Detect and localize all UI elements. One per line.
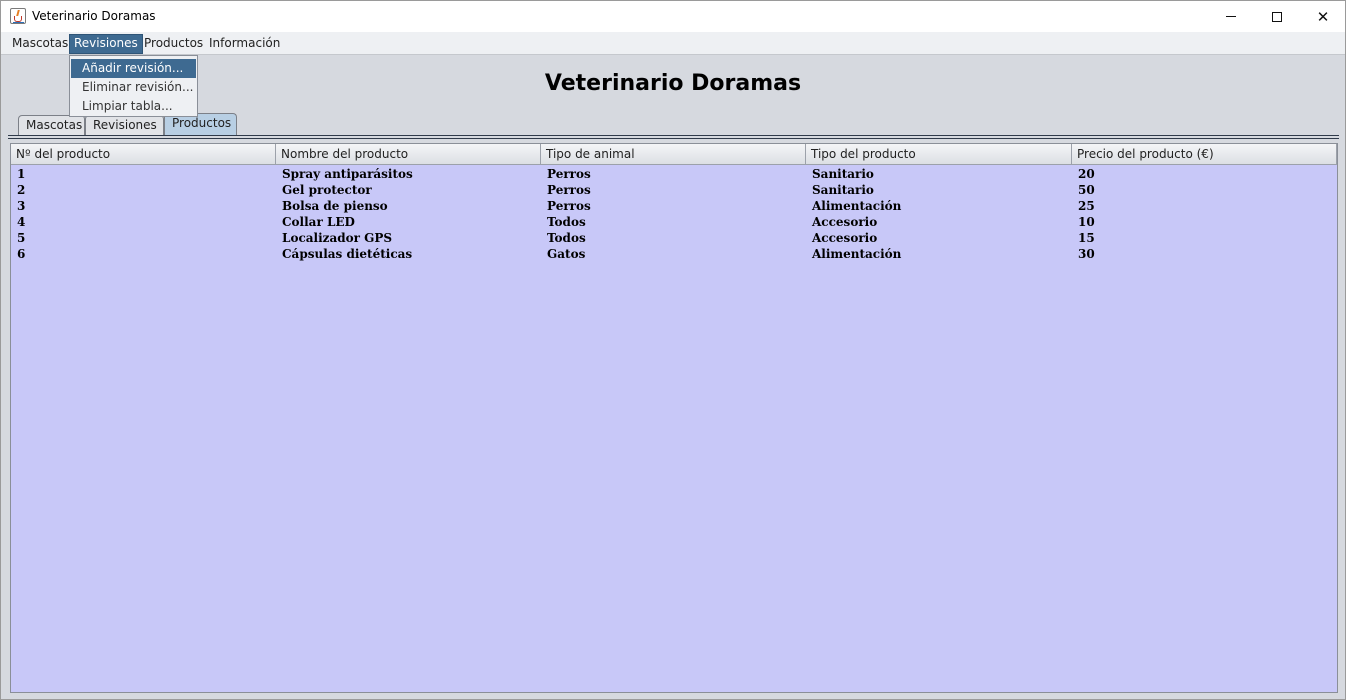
minimize-icon (1226, 16, 1236, 17)
app-window: Veterinario Doramas ✕ Mascotas Revisione… (0, 0, 1346, 700)
table-header: Nº del producto Nombre del producto Tipo… (11, 144, 1337, 165)
cell-tipo-producto: Alimentación (812, 247, 902, 261)
cell-nombre: Localizador GPS (282, 231, 393, 245)
column-header-tipo-animal[interactable]: Tipo de animal (541, 144, 806, 165)
table-row[interactable]: 6 Cápsulas dietéticas Gatos Alimentación… (11, 246, 1337, 262)
cell-numero: 6 (17, 247, 26, 261)
cell-nombre: Collar LED (282, 215, 355, 229)
cell-tipo-animal: Todos (547, 231, 586, 245)
cell-tipo-animal: Gatos (547, 247, 586, 261)
close-icon: ✕ (1316, 7, 1330, 26)
table-row[interactable]: 5 Localizador GPS Todos Accesorio 15 (11, 230, 1337, 246)
column-header-precio[interactable]: Precio del producto (€) (1072, 144, 1337, 165)
menu-bar: Mascotas Revisiones Productos Informació… (1, 32, 1345, 55)
menu-productos[interactable]: Productos (140, 34, 207, 54)
title-bar: Veterinario Doramas ✕ (1, 1, 1345, 32)
cell-tipo-producto: Sanitario (812, 167, 874, 181)
table-row[interactable]: 1 Spray antiparásitos Perros Sanitario 2… (11, 166, 1337, 182)
cell-precio: 30 (1078, 247, 1095, 261)
maximize-icon (1272, 11, 1282, 22)
tab-mascotas[interactable]: Mascotas (18, 115, 85, 136)
table-body: 1 Spray antiparásitos Perros Sanitario 2… (11, 166, 1337, 262)
tab-separator (8, 135, 1339, 139)
table-row[interactable]: 4 Collar LED Todos Accesorio 10 (11, 214, 1337, 230)
cell-tipo-producto: Sanitario (812, 183, 874, 197)
cell-tipo-producto: Accesorio (812, 231, 878, 245)
cell-numero: 4 (17, 215, 26, 229)
cell-tipo-animal: Perros (547, 199, 591, 213)
cell-numero: 1 (17, 167, 26, 181)
cell-tipo-producto: Alimentación (812, 199, 902, 213)
products-table: Nº del producto Nombre del producto Tipo… (10, 143, 1338, 693)
cell-nombre: Spray antiparásitos (282, 167, 413, 181)
menu-mascotas[interactable]: Mascotas (8, 34, 72, 54)
maximize-button[interactable] (1254, 1, 1300, 32)
cell-tipo-animal: Perros (547, 183, 591, 197)
cell-numero: 5 (17, 231, 26, 245)
column-header-numero[interactable]: Nº del producto (11, 144, 276, 165)
window-title: Veterinario Doramas (32, 9, 156, 23)
java-app-icon (10, 8, 26, 24)
cell-tipo-producto: Accesorio (812, 215, 878, 229)
cell-tipo-animal: Todos (547, 215, 586, 229)
menu-item-anadir-revision[interactable]: Añadir revisión... (71, 59, 196, 78)
cell-numero: 3 (17, 199, 26, 213)
menu-item-limpiar-tabla[interactable]: Limpiar tabla... (70, 97, 197, 116)
table-row[interactable]: 2 Gel protector Perros Sanitario 50 (11, 182, 1337, 198)
table-row[interactable]: 3 Bolsa de pienso Perros Alimentación 25 (11, 198, 1337, 214)
close-button[interactable]: ✕ (1300, 1, 1346, 32)
revisiones-dropdown-menu: Añadir revisión... Eliminar revisión... … (69, 55, 198, 117)
cell-precio: 25 (1078, 199, 1095, 213)
tab-revisiones[interactable]: Revisiones (85, 115, 164, 136)
page-title: Veterinario Doramas (544, 71, 802, 96)
cell-precio: 50 (1078, 183, 1095, 197)
cell-numero: 2 (17, 183, 26, 197)
column-header-tipo-producto[interactable]: Tipo del producto (806, 144, 1072, 165)
minimize-button[interactable] (1208, 1, 1254, 32)
cell-precio: 20 (1078, 167, 1095, 181)
menu-informacion[interactable]: Información (205, 34, 284, 54)
cell-precio: 15 (1078, 231, 1095, 245)
cell-nombre: Gel protector (282, 183, 372, 197)
cell-nombre: Cápsulas dietéticas (282, 247, 413, 261)
cell-precio: 10 (1078, 215, 1095, 229)
column-header-nombre[interactable]: Nombre del producto (276, 144, 541, 165)
cell-nombre: Bolsa de pienso (282, 199, 388, 213)
cell-tipo-animal: Perros (547, 167, 591, 181)
menu-revisiones[interactable]: Revisiones (69, 34, 143, 54)
menu-item-eliminar-revision[interactable]: Eliminar revisión... (70, 78, 197, 97)
